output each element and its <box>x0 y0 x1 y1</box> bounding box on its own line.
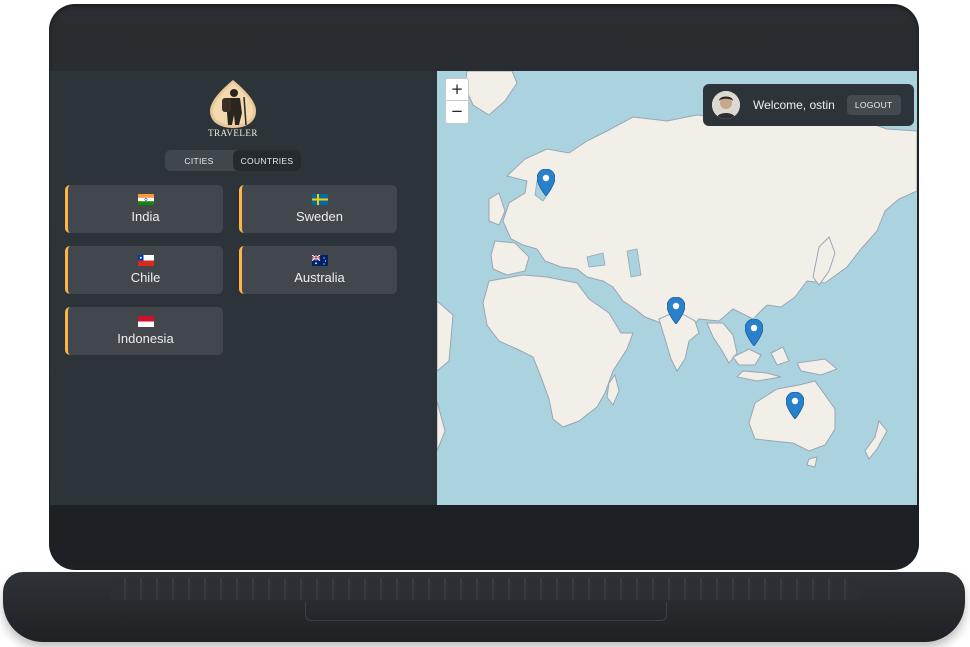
map-marker-indonesia[interactable] <box>745 319 763 346</box>
australia-flag-icon <box>311 255 328 266</box>
map-marker-australia[interactable] <box>786 392 804 419</box>
country-name: Sweden <box>296 209 343 224</box>
country-name: Australia <box>294 270 345 285</box>
country-card-australia[interactable]: Australia <box>239 246 397 294</box>
country-name: Indonesia <box>117 331 174 346</box>
india-flag-icon <box>137 194 154 205</box>
country-card-india[interactable]: India <box>65 185 223 233</box>
country-card-chile[interactable]: Chile <box>65 246 223 294</box>
avatar-icon <box>712 91 740 119</box>
map-marker-india[interactable] <box>667 297 685 324</box>
zoom-out-button[interactable]: − <box>446 101 468 123</box>
map-tiles <box>437 71 917 468</box>
country-card-sweden[interactable]: Sweden <box>239 185 397 233</box>
tab-cities[interactable]: CITIES <box>165 150 233 171</box>
country-card-indonesia[interactable]: Indonesia <box>65 307 223 355</box>
zoom-in-button[interactable]: + <box>446 79 468 101</box>
sidebar: TRAVELER CITIES COUNTRIES India Sweden C… <box>50 71 437 505</box>
country-name: Chile <box>130 270 161 285</box>
country-name: India <box>131 209 160 224</box>
zoom-control: + − <box>445 78 469 124</box>
logo-text: TRAVELER <box>208 128 258 138</box>
logout-button[interactable]: LOGOUT <box>846 95 901 115</box>
traveler-logo <box>210 80 256 128</box>
user-avatar <box>712 91 740 119</box>
laptop-keyboard <box>110 578 860 600</box>
map-marker-sweden[interactable] <box>537 169 555 196</box>
laptop-bezel <box>49 505 917 565</box>
chile-flag-icon <box>137 255 154 266</box>
tab-countries[interactable]: COUNTRIES <box>233 150 301 171</box>
world-map[interactable]: + − Welcome, ostin LOGOUT <box>437 71 917 505</box>
sweden-flag-icon <box>311 194 328 205</box>
laptop-trackpad <box>305 602 667 621</box>
app-screen: TRAVELER CITIES COUNTRIES India Sweden C… <box>50 71 917 505</box>
user-panel: Welcome, ostin LOGOUT <box>703 84 914 126</box>
view-tabs: CITIES COUNTRIES <box>165 150 301 171</box>
indonesia-flag-icon <box>137 316 154 327</box>
welcome-text: Welcome, ostin <box>753 98 835 112</box>
